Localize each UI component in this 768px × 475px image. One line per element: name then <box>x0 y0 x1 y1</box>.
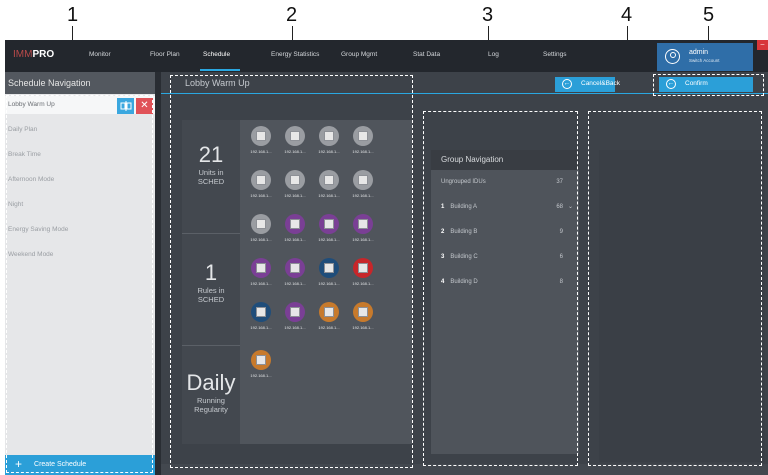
annotation-box-4 <box>588 111 762 466</box>
nav-floor-plan[interactable]: Floor Plan <box>150 51 180 58</box>
close-icon[interactable]: – <box>757 40 768 50</box>
back-arrow-icon: ← <box>562 79 572 89</box>
annotation-box-3 <box>423 111 578 466</box>
nav-log[interactable]: Log <box>488 51 499 58</box>
app-logo: IMMPRO <box>13 49 55 60</box>
account-name: admin <box>689 49 709 56</box>
annotation-box-2 <box>170 75 413 468</box>
nav-schedule[interactable]: Schedule <box>203 51 230 58</box>
nav-group-mgmt[interactable]: Group Mgmt <box>341 51 377 58</box>
app-window: IMMPRO Monitor Floor Plan Schedule Energ… <box>5 40 768 475</box>
nav-energy-statistics[interactable]: Energy Statistics <box>271 51 319 58</box>
cancel-back-button[interactable]: ← Cancel&Back <box>555 77 620 92</box>
annotation-box-1 <box>6 95 153 473</box>
nav-monitor[interactable]: Monitor <box>89 51 111 58</box>
sidebar-title: Schedule Navigation <box>5 72 155 94</box>
callout-1: 1 <box>67 4 79 26</box>
callout-4: 4 <box>621 4 633 26</box>
nav-active-indicator <box>200 69 240 71</box>
nav-settings[interactable]: Settings <box>543 51 567 58</box>
switch-account-link[interactable]: Switch Account <box>689 58 720 63</box>
user-icon <box>665 49 680 64</box>
callout-3: 3 <box>482 4 494 26</box>
nav-stat-data[interactable]: Stat Data <box>413 51 440 58</box>
account-box[interactable]: admin Switch Account <box>657 43 753 71</box>
callout-2: 2 <box>286 4 298 26</box>
callout-header: 1 2 3 4 5 <box>0 0 768 114</box>
top-nav-bar: IMMPRO Monitor Floor Plan Schedule Energ… <box>5 40 768 72</box>
annotation-box-5 <box>653 74 764 96</box>
callout-5: 5 <box>703 4 715 26</box>
